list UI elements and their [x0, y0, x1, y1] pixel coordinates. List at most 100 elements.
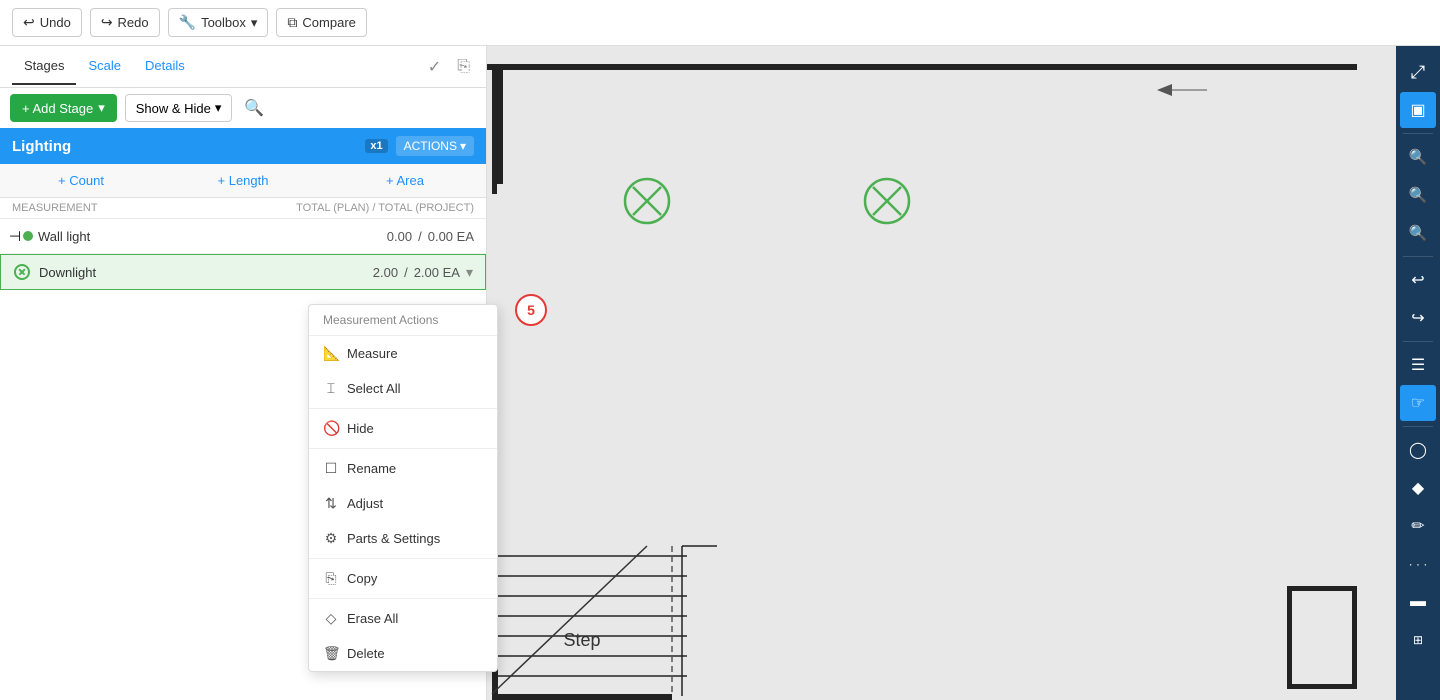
- divider-3: [309, 558, 497, 559]
- step-badge-number: 5: [527, 302, 535, 318]
- erase-icon: ◯: [1409, 440, 1427, 460]
- grid-icon: ⊞: [1413, 633, 1423, 647]
- context-menu-adjust[interactable]: ⇅ Adjust: [309, 486, 497, 521]
- zoom-in-icon: 🔍: [1409, 186, 1428, 204]
- right-toolbar: ⤢ ▣ 🔍 🔍 🔍 ↩ ↪ ☰ ☞ ◯: [1396, 46, 1440, 700]
- wall-light-name: Wall light: [38, 229, 387, 244]
- undo-rt-icon: ↩: [1411, 270, 1424, 290]
- rename-icon: ☐: [323, 460, 339, 477]
- context-menu-copy[interactable]: ⎘ Copy: [309, 561, 497, 596]
- grid-button[interactable]: ⊞: [1400, 622, 1436, 658]
- tab-check-icon[interactable]: ✓: [424, 53, 445, 81]
- select-all-icon: ⌶: [323, 380, 339, 397]
- blueprint-svg: Step: [487, 46, 1396, 700]
- downlight-name: Downlight: [39, 265, 373, 280]
- divider-1: [309, 408, 497, 409]
- pointer-button[interactable]: ☞: [1400, 385, 1436, 421]
- measurement-row-downlight[interactable]: Downlight 2.00 / 2.00 EA ▾: [0, 254, 486, 290]
- actions-label: ACTIONS: [404, 139, 457, 153]
- context-menu-title: Measurement Actions: [309, 305, 497, 336]
- toolbox-icon: 🔧: [179, 14, 196, 31]
- main-area: Stages Scale Details ✓ ⎘ + Add Stage ▾ S…: [0, 46, 1440, 700]
- toolbox-dropdown-icon: ▾: [251, 15, 258, 31]
- redo-rt-button[interactable]: ↪: [1400, 300, 1436, 336]
- erase-button[interactable]: ◯: [1400, 432, 1436, 468]
- toolbox-button[interactable]: 🔧 Toolbox ▾: [168, 8, 269, 37]
- tab-save-icon[interactable]: ⎘: [453, 53, 474, 81]
- divider-4: [309, 598, 497, 599]
- downlight-val1: 2.00: [373, 265, 398, 280]
- downlight-dropdown-button[interactable]: ▾: [466, 264, 473, 281]
- toolbox-label: Toolbox: [201, 15, 246, 30]
- context-menu-parts-settings[interactable]: ⚙ Parts & Settings: [309, 521, 497, 556]
- left-panel: Stages Scale Details ✓ ⎘ + Add Stage ▾ S…: [0, 46, 487, 700]
- undo-rt-button[interactable]: ↩: [1400, 262, 1436, 298]
- redo-rt-icon: ↪: [1411, 308, 1424, 328]
- tab-details[interactable]: Details: [133, 48, 197, 85]
- svg-text:Step: Step: [563, 630, 600, 650]
- stage-header: Lighting x1 ACTIONS ▾: [0, 128, 486, 164]
- compare-label: Compare: [302, 15, 355, 30]
- show-hide-button[interactable]: Show & Hide ▾: [125, 94, 233, 122]
- measure-type-row: + Count + Length + Area: [0, 164, 486, 198]
- undo-button[interactable]: ↩ Undo: [12, 8, 82, 37]
- downlight-values: 2.00 / 2.00 EA ▾: [373, 264, 473, 281]
- divider-toolbar-4: [1403, 426, 1433, 427]
- actions-button[interactable]: ACTIONS ▾: [396, 136, 474, 156]
- fullscreen-button[interactable]: ⤢: [1400, 54, 1436, 90]
- list-view-icon: ☰: [1411, 355, 1425, 375]
- downlight-icon: [13, 263, 31, 281]
- context-menu-measure[interactable]: 📐 Measure: [309, 336, 497, 371]
- canvas-area[interactable]: Step 5: [487, 46, 1396, 700]
- panel-toggle-button[interactable]: ▣: [1400, 92, 1436, 128]
- tab-stages[interactable]: Stages: [12, 48, 76, 85]
- compare-button[interactable]: ⧉ Compare: [276, 8, 366, 37]
- ruler-button[interactable]: ▬: [1400, 584, 1436, 620]
- downlight-sep: /: [404, 265, 408, 280]
- measurement-row-wall-light[interactable]: ⊣ Wall light 0.00 / 0.00 EA: [0, 219, 486, 254]
- measure-icon: 📐: [323, 345, 339, 362]
- ruler-icon: ▬: [1410, 593, 1426, 611]
- divider-toolbar-2: [1403, 256, 1433, 257]
- length-button[interactable]: + Length: [162, 164, 324, 197]
- context-menu-hide[interactable]: 🚫 Hide: [309, 411, 497, 446]
- wall-light-val2: 0.00 EA: [428, 229, 474, 244]
- search-button[interactable]: 🔍: [240, 94, 268, 122]
- divider-2: [309, 448, 497, 449]
- fit-button[interactable]: 🔍: [1400, 215, 1436, 251]
- tab-scale[interactable]: Scale: [76, 48, 133, 85]
- redo-button[interactable]: ↪ Redo: [90, 8, 160, 37]
- eraser-button[interactable]: ◆: [1400, 470, 1436, 506]
- zoom-in-button[interactable]: 🔍: [1400, 177, 1436, 213]
- pencil-button[interactable]: ✏: [1400, 508, 1436, 544]
- panel-header: + Add Stage ▾ Show & Hide ▾ 🔍: [0, 88, 486, 128]
- tabs-bar: Stages Scale Details ✓ ⎘: [0, 46, 486, 88]
- stage-header-right: x1 ACTIONS ▾: [365, 136, 474, 156]
- compare-icon: ⧉: [287, 14, 297, 31]
- copy-icon: ⎘: [323, 570, 339, 587]
- list-view-button[interactable]: ☰: [1400, 347, 1436, 383]
- wall-light-sep: /: [418, 229, 422, 244]
- zoom-out-button[interactable]: 🔍: [1400, 139, 1436, 175]
- x1-badge: x1: [365, 139, 387, 153]
- search-icon: 🔍: [244, 100, 264, 117]
- col-measurement-header: MEASUREMENT: [12, 202, 296, 214]
- area-button[interactable]: + Area: [324, 164, 486, 197]
- add-stage-dropdown-icon: ▾: [98, 100, 105, 116]
- context-menu-select-all[interactable]: ⌶ Select All: [309, 371, 497, 406]
- erase-all-icon: ◇: [323, 610, 339, 627]
- step-badge: 5: [515, 294, 547, 326]
- context-menu-delete[interactable]: 🗑 Delete: [309, 636, 497, 671]
- divider-toolbar-3: [1403, 341, 1433, 342]
- actions-dropdown-icon: ▾: [460, 139, 466, 153]
- measure-label: Measure: [347, 346, 398, 361]
- delete-icon: 🗑: [323, 645, 339, 662]
- count-button[interactable]: + Count: [0, 164, 162, 197]
- select-all-label: Select All: [347, 381, 400, 396]
- add-stage-button[interactable]: + Add Stage ▾: [10, 94, 117, 122]
- context-menu-rename[interactable]: ☐ Rename: [309, 451, 497, 486]
- dotted-button[interactable]: · · ·: [1400, 546, 1436, 582]
- adjust-icon: ⇅: [323, 495, 339, 512]
- redo-icon: ↪: [101, 14, 113, 31]
- context-menu-erase-all[interactable]: ◇ Erase All: [309, 601, 497, 636]
